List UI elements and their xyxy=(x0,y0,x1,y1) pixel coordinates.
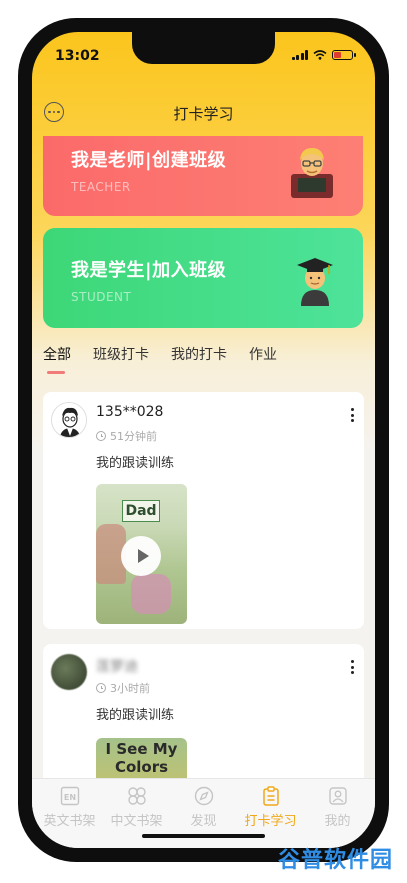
post-menu-icon[interactable] xyxy=(348,408,356,422)
profile-icon xyxy=(327,785,349,807)
watermark: 谷普软件园 xyxy=(278,848,394,873)
student-join-class-card[interactable]: 我是学生|加入班级 STUDENT xyxy=(43,228,363,328)
tab-all[interactable]: 全部 xyxy=(43,344,71,364)
nav-bar: 打卡学习 xyxy=(32,92,375,132)
post-time-text: 51分钟前 xyxy=(110,430,157,443)
post-username: 莲萝迪 xyxy=(96,659,138,675)
post-text: 我的跟读训练 xyxy=(96,708,175,723)
compass-icon xyxy=(193,785,215,807)
post-text: 我的跟读训练 xyxy=(96,456,175,471)
tabbar-item-checkin-study[interactable]: 打卡学习 xyxy=(240,785,302,848)
clock-icon xyxy=(96,683,106,693)
tabbar-label: 发现 xyxy=(190,814,217,829)
tabbar-item-english-books[interactable]: EN 英文书架 xyxy=(39,785,101,848)
student-card-title: 我是学生|加入班级 xyxy=(71,260,227,281)
active-tab-indicator xyxy=(47,371,65,374)
post-time-text: 3小时前 xyxy=(110,682,150,695)
feed-post: 135**028 51分钟前 我的跟读训练 Dad xyxy=(43,392,364,629)
post-menu-icon[interactable] xyxy=(348,660,356,674)
clipboard-icon xyxy=(260,785,282,807)
tabbar-item-profile[interactable]: 我的 xyxy=(307,785,369,848)
page-title: 打卡学习 xyxy=(173,105,234,123)
cover-figure xyxy=(131,574,171,614)
notch xyxy=(132,32,275,64)
avatar[interactable] xyxy=(51,402,87,438)
tabbar-item-discover[interactable]: 发现 xyxy=(173,785,235,848)
tabbar-label: 我的 xyxy=(324,814,351,829)
phone-frame: 13:02 打卡学习 我是老师|创建班级 TEACHER 我是学生|加入班级 S… xyxy=(18,18,389,862)
student-card-subtitle: STUDENT xyxy=(71,290,132,304)
cover-title: Dad xyxy=(122,500,160,522)
student-emoji-icon xyxy=(295,254,335,306)
post-time: 51分钟前 xyxy=(96,428,157,444)
post-video-thumbnail[interactable]: Dad xyxy=(96,484,187,624)
svg-text:EN: EN xyxy=(63,793,75,802)
post-username: 135**028 xyxy=(96,404,164,420)
signal-icon xyxy=(291,50,308,60)
status-time: 13:02 xyxy=(55,48,100,64)
play-icon xyxy=(137,549,149,563)
teacher-card-title: 我是老师|创建班级 xyxy=(71,150,227,171)
tabbar-item-chinese-books[interactable]: 中文书架 xyxy=(106,785,168,848)
status-icons xyxy=(291,50,356,60)
teacher-emoji-icon xyxy=(289,144,335,200)
tabbar-label: 中文书架 xyxy=(110,814,163,829)
avatar[interactable] xyxy=(51,654,87,690)
teacher-create-class-card[interactable]: 我是老师|创建班级 TEACHER xyxy=(43,136,363,216)
home-indicator xyxy=(142,834,265,838)
tabbar-label: 打卡学习 xyxy=(244,814,297,829)
en-book-icon: EN xyxy=(59,785,81,807)
clock-icon xyxy=(96,431,106,441)
tab-homework[interactable]: 作业 xyxy=(249,344,277,364)
post-time: 3小时前 xyxy=(96,680,150,696)
battery-icon xyxy=(332,50,356,60)
tab-my-checkin[interactable]: 我的打卡 xyxy=(171,344,227,364)
grid-book-icon xyxy=(126,785,148,807)
filter-tabs: 全部 班级打卡 我的打卡 作业 xyxy=(43,344,277,364)
wifi-icon xyxy=(313,50,327,60)
tabbar-label: 英文书架 xyxy=(43,814,96,829)
tab-class-checkin[interactable]: 班级打卡 xyxy=(93,344,149,364)
cover-title: I See My Colors xyxy=(105,740,178,776)
app-screen: 13:02 打卡学习 我是老师|创建班级 TEACHER 我是学生|加入班级 S… xyxy=(32,32,375,848)
teacher-card-subtitle: TEACHER xyxy=(71,180,131,194)
play-button[interactable] xyxy=(121,536,161,576)
